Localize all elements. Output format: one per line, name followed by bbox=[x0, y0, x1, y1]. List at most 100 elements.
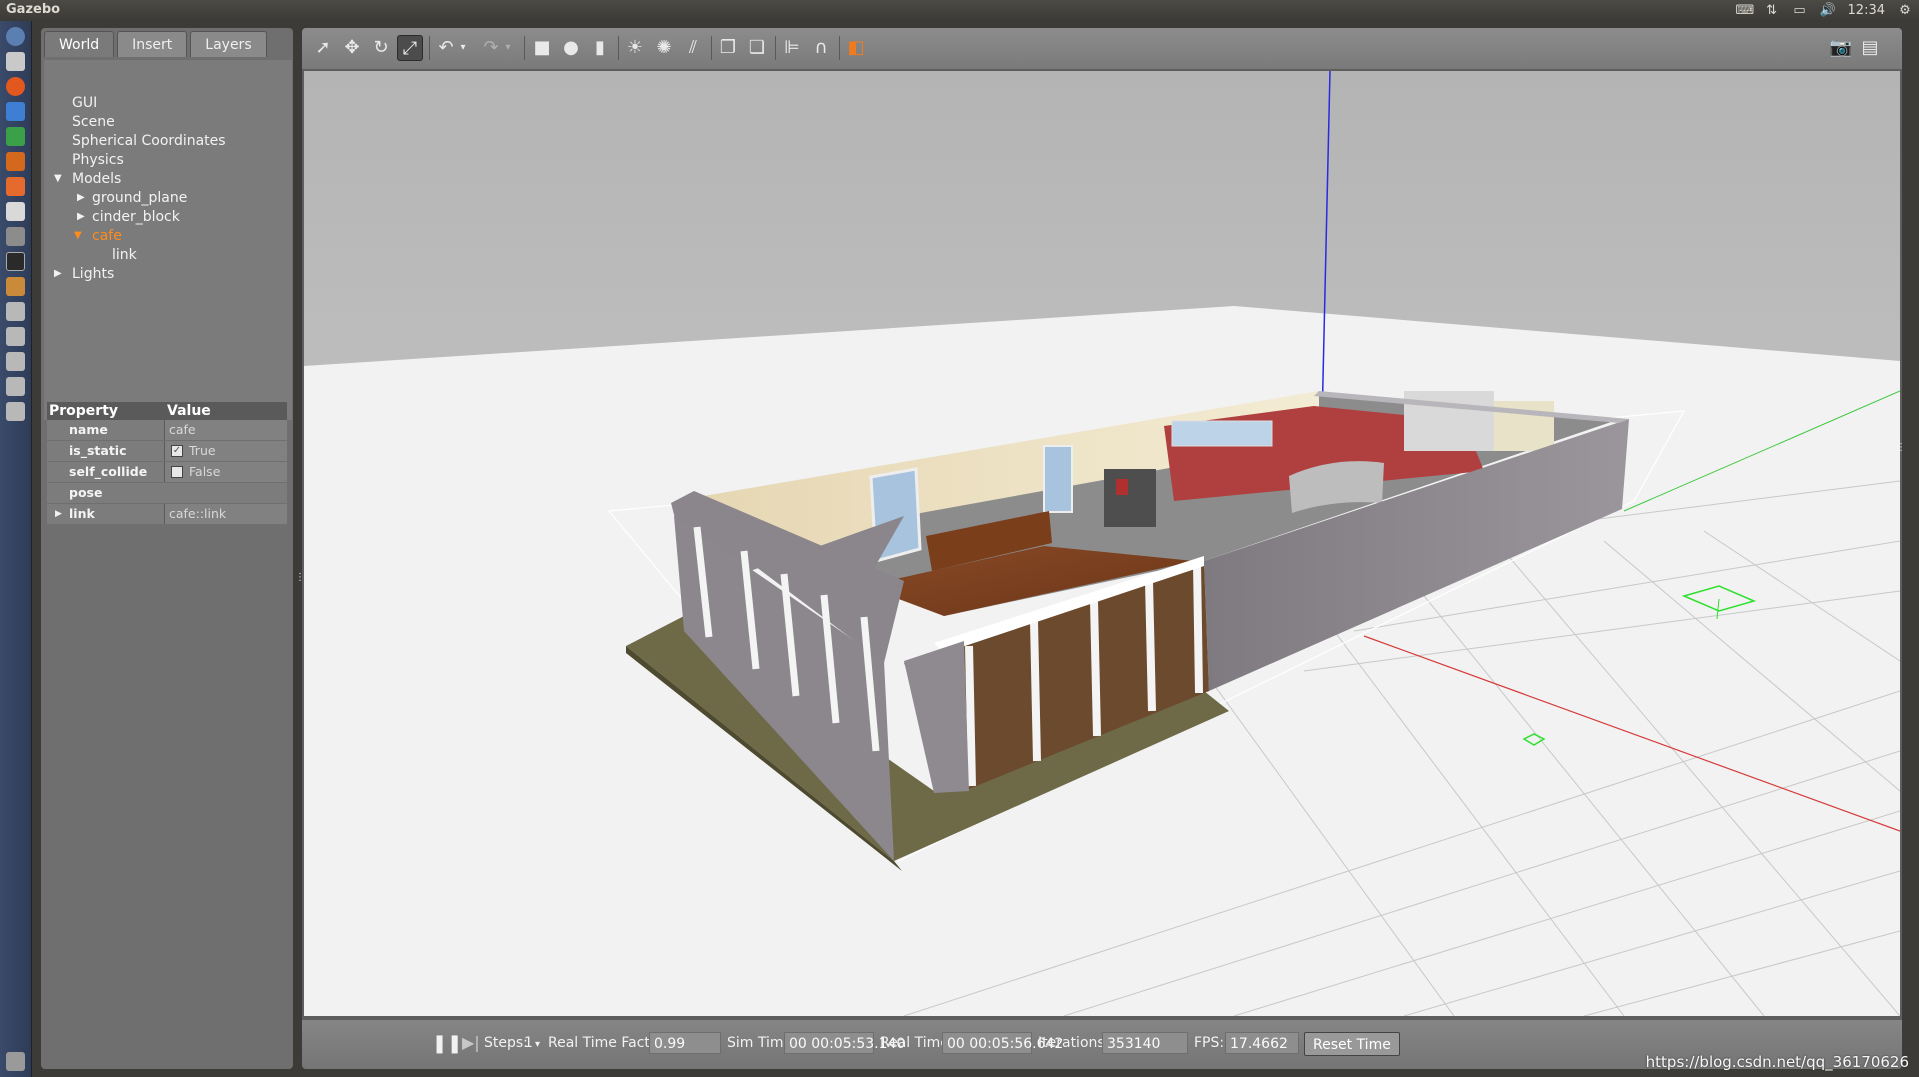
separator bbox=[839, 36, 840, 60]
property-value[interactable]: cafe bbox=[165, 420, 287, 440]
redo-dropdown-icon[interactable]: ▾ bbox=[502, 35, 514, 61]
3d-viewport[interactable] bbox=[304, 71, 1900, 1016]
expanded-arrow-icon[interactable]: ▼ bbox=[74, 227, 82, 245]
scale-icon[interactable]: ⤢ bbox=[397, 35, 423, 61]
iterations-value: 353140 bbox=[1102, 1032, 1188, 1054]
volume-icon[interactable]: 🔊 bbox=[1820, 3, 1836, 18]
self-collide-checkbox[interactable] bbox=[171, 466, 183, 478]
collapsed-arrow-icon[interactable]: ▶ bbox=[77, 208, 85, 226]
app-title: Gazebo bbox=[6, 2, 61, 17]
collapsed-arrow-icon[interactable]: ▶ bbox=[54, 265, 62, 283]
reset-time-button[interactable]: Reset Time bbox=[1304, 1032, 1400, 1056]
app-icon-5[interactable] bbox=[6, 402, 25, 421]
cylinder-icon[interactable]: ▮ bbox=[587, 35, 613, 61]
property-row-is-static[interactable]: is_static True ✓ bbox=[47, 441, 287, 461]
tree-item-physics[interactable]: Physics bbox=[72, 151, 124, 169]
pause-icon[interactable]: ❚❚ bbox=[432, 1033, 462, 1054]
spot-light-icon[interactable]: ✺ bbox=[651, 35, 677, 61]
trash-icon[interactable] bbox=[6, 1052, 25, 1071]
network-icon[interactable]: ⇅ bbox=[1764, 3, 1780, 18]
tree-item-link[interactable]: link bbox=[112, 246, 137, 264]
toolbar: ➚ ✥ ↻ ⤢ ↶ ▾ ↷ ▾ ■ ● ▮ ☀ ✺ ⫽ ❐ ❏ ⊫ ∩ ◧ 📷 … bbox=[302, 28, 1902, 69]
separator bbox=[524, 36, 525, 60]
files-icon[interactable] bbox=[6, 52, 25, 71]
paste-icon[interactable]: ❏ bbox=[744, 35, 770, 61]
copy-icon[interactable]: ❐ bbox=[715, 35, 741, 61]
is-static-checkbox[interactable]: ✓ bbox=[171, 445, 183, 457]
undo-dropdown-icon[interactable]: ▾ bbox=[457, 35, 469, 61]
undo-icon[interactable]: ↶ bbox=[433, 35, 459, 61]
separator bbox=[618, 36, 619, 60]
rotate-icon[interactable]: ↻ bbox=[368, 35, 394, 61]
header-value: Value bbox=[167, 403, 211, 419]
software-center-icon[interactable] bbox=[6, 177, 25, 196]
tree-item-ground-plane[interactable]: ground_plane bbox=[92, 189, 187, 207]
rtf-value: 0.99 bbox=[649, 1032, 721, 1054]
redo-icon[interactable]: ↷ bbox=[478, 35, 504, 61]
tree-item-cinder-block[interactable]: cinder_block bbox=[92, 208, 180, 226]
iterations-label: Iterations: bbox=[1038, 1035, 1110, 1051]
box-icon[interactable]: ■ bbox=[529, 35, 555, 61]
top-panel: Gazebo ⌨ ⇅ ▭ 🔊 12:34 ⚙ bbox=[0, 0, 1919, 21]
property-key: pose bbox=[47, 483, 287, 503]
select-arrow-icon[interactable]: ➚ bbox=[310, 35, 336, 61]
translate-icon[interactable]: ✥ bbox=[339, 35, 365, 61]
keyboard-icon[interactable]: ⌨ bbox=[1736, 3, 1755, 18]
snap-icon[interactable]: ∩ bbox=[808, 35, 834, 61]
property-row-link[interactable]: link cafe::link ▶ bbox=[47, 504, 287, 524]
app-icon-2[interactable] bbox=[6, 327, 25, 346]
header-property: Property bbox=[49, 403, 119, 419]
align-icon[interactable]: ⊫ bbox=[779, 35, 805, 61]
property-value: False bbox=[165, 462, 287, 482]
fps-label: FPS: bbox=[1194, 1035, 1225, 1051]
tree-item-models[interactable]: Models bbox=[72, 170, 121, 188]
app-icon-1[interactable] bbox=[6, 302, 25, 321]
clock[interactable]: 12:34 bbox=[1848, 3, 1885, 18]
tree-item-scene[interactable]: Scene bbox=[72, 113, 115, 131]
calc-icon[interactable] bbox=[6, 127, 25, 146]
tree-item-spherical-coordinates[interactable]: Spherical Coordinates bbox=[72, 132, 226, 150]
view-angle-icon[interactable]: ◧ bbox=[843, 35, 869, 61]
real-time-value: 00 00:05:56.642 bbox=[942, 1032, 1063, 1054]
collapsed-arrow-icon[interactable]: ▶ bbox=[77, 189, 85, 207]
tab-layers[interactable]: Layers bbox=[190, 31, 267, 57]
separator bbox=[429, 36, 430, 60]
screenshot-icon[interactable]: 📷 bbox=[1828, 35, 1854, 61]
right-panel-handle[interactable]: ⋮ bbox=[1896, 443, 1906, 458]
point-light-icon[interactable]: ☀ bbox=[622, 35, 648, 61]
writer-icon[interactable] bbox=[6, 102, 25, 121]
log-icon[interactable]: ▤ bbox=[1857, 35, 1883, 61]
system-settings-icon[interactable] bbox=[6, 227, 25, 246]
watermark: https://blog.csdn.net/qq_36170626 bbox=[1645, 1053, 1909, 1071]
dash-icon[interactable] bbox=[6, 27, 25, 46]
battery-icon[interactable]: ▭ bbox=[1792, 3, 1808, 18]
property-row-name[interactable]: name cafe bbox=[47, 420, 287, 440]
steps-label: Steps: bbox=[484, 1035, 528, 1051]
tree-item-cafe[interactable]: cafe bbox=[92, 227, 122, 245]
property-row-pose[interactable]: ▶ pose bbox=[47, 483, 287, 503]
step-icon[interactable]: ▶| bbox=[462, 1033, 480, 1052]
gazebo-icon[interactable] bbox=[6, 277, 25, 296]
panel-collapse-handle[interactable]: ⋮ bbox=[295, 573, 305, 588]
scene-render[interactable] bbox=[304, 71, 1900, 1016]
tab-world[interactable]: World bbox=[44, 31, 115, 57]
steps-dropdown-icon[interactable]: ▾ bbox=[535, 1039, 540, 1050]
settings-gear-icon[interactable]: ⚙ bbox=[1897, 3, 1913, 18]
world-tree: GUI Scene Spherical Coordinates Physics … bbox=[44, 60, 292, 420]
tree-item-lights[interactable]: Lights bbox=[72, 265, 114, 283]
firefox-icon[interactable] bbox=[6, 77, 25, 96]
directional-light-icon[interactable]: ⫽ bbox=[680, 35, 706, 61]
impress-icon[interactable] bbox=[6, 152, 25, 171]
terminal-icon[interactable] bbox=[6, 252, 25, 271]
tree-item-gui[interactable]: GUI bbox=[72, 94, 97, 112]
sphere-icon[interactable]: ● bbox=[558, 35, 584, 61]
tab-insert[interactable]: Insert bbox=[117, 31, 188, 57]
amazon-icon[interactable] bbox=[6, 202, 25, 221]
collapsed-arrow-icon[interactable]: ▶ bbox=[55, 505, 62, 523]
expanded-arrow-icon[interactable]: ▼ bbox=[54, 170, 62, 188]
property-row-self-collide[interactable]: self_collide False bbox=[47, 462, 287, 482]
steps-value[interactable]: 1 bbox=[524, 1035, 533, 1051]
fps-value: 17.4662 bbox=[1225, 1032, 1299, 1054]
app-icon-4[interactable] bbox=[6, 377, 25, 396]
app-icon-3[interactable] bbox=[6, 352, 25, 371]
